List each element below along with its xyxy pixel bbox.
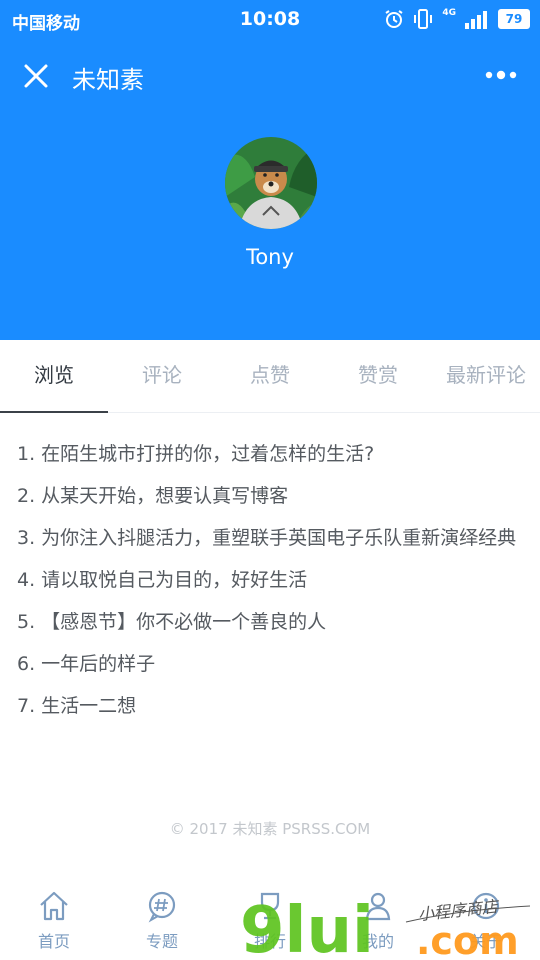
bottom-nav-home[interactable]: 首页 [0,880,108,960]
network-type: 4G [442,8,456,18]
person-icon [365,892,391,921]
list-item[interactable]: 1. 在陌生城市打拼的你，过着怎样的生活? [17,440,525,468]
bottom-nav-label: 专题 [145,932,178,951]
bottom-nav-about[interactable]: 关于 [432,880,540,960]
username: Tony [246,245,294,269]
bottom-nav-mine[interactable]: 我的 [324,880,432,960]
close-icon[interactable] [18,58,54,94]
tab-browse[interactable]: 浏览 [0,340,108,413]
bottom-nav-topics[interactable]: 专题 [108,880,216,960]
bottom-nav-label: 首页 [37,932,70,951]
list-item[interactable]: 7. 生活一二想 [17,692,525,720]
bottom-nav-label: 我的 [361,932,394,951]
battery-indicator: 79 [498,9,530,29]
list-item[interactable]: 4. 请以取悦自己为目的，好好生活 [17,566,525,594]
tab-likes[interactable]: 点赞 [216,340,324,412]
copyright-footer: © 2017 未知素 PSRSS.COM [169,820,371,838]
bottom-nav-label: 关于 [469,932,502,951]
profile-header: 中国移动 10:08 4G 79 未知素 Tony [0,0,540,340]
home-icon [40,891,68,921]
list-item[interactable]: 5. 【感恩节】你不必做一个善良的人 [17,608,525,636]
bottom-nav-ranking[interactable]: 排行 [216,880,324,960]
tab-comments[interactable]: 评论 [108,340,216,412]
alarm-icon [385,10,403,28]
status-icons: 4G 79 [384,8,530,30]
list-item[interactable]: 6. 一年后的样子 [17,650,525,678]
more-options-icon[interactable] [484,68,518,82]
list-item[interactable]: 3. 为你注入抖腿活力，重塑联手英国电子乐队重新演绎经典 [17,524,525,552]
tab-latest-comments[interactable]: 最新评论 [432,340,540,412]
nav-bar: 未知素 [0,46,540,106]
avatar-image [225,137,317,229]
tab-bar: 浏览 评论 点赞 赞赏 最新评论 [0,340,540,413]
trophy-icon [260,892,280,920]
article-list: 1. 在陌生城市打拼的你，过着怎样的生活? 2. 从某天开始，想要认真写博客 3… [17,440,525,734]
status-bar: 中国移动 10:08 4G 79 [0,0,540,38]
bottom-nav: 首页 专题 排行 我的 关于 [0,880,540,960]
tab-rewards[interactable]: 赞赏 [324,340,432,412]
bottom-nav-label: 排行 [253,932,286,951]
info-icon [472,892,500,920]
signal-icon [465,11,487,29]
list-item[interactable]: 2. 从某天开始，想要认真写博客 [17,482,525,510]
vibrate-icon [414,9,433,29]
page-title: 未知素 [72,66,144,94]
hashtag-icon [148,891,176,923]
avatar[interactable] [225,137,317,229]
